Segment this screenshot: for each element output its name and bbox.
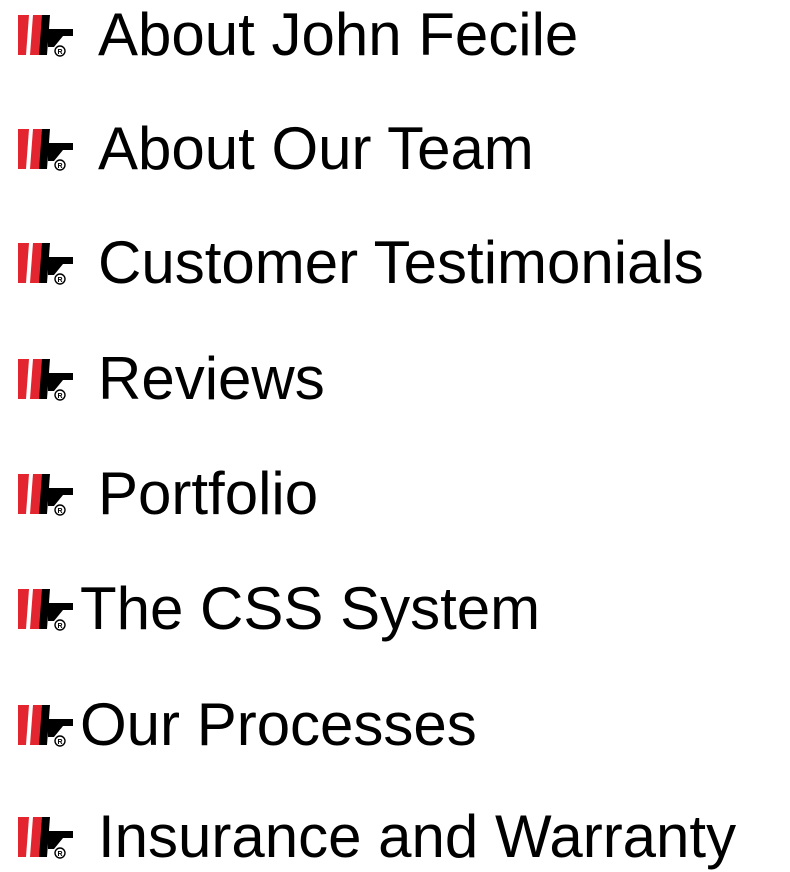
company-logo-icon: R <box>18 587 74 631</box>
menu-item-label: About John Fecile <box>98 1 579 68</box>
company-logo-icon: R <box>18 815 74 859</box>
company-logo-icon: R <box>18 241 74 285</box>
menu-item-label: The CSS System <box>80 575 541 642</box>
menu-item-about-our-team[interactable]: R About Our Team <box>18 114 534 184</box>
svg-text:R: R <box>57 623 62 630</box>
svg-text:R: R <box>57 163 62 170</box>
svg-text:R: R <box>57 739 62 746</box>
company-logo-icon: R <box>18 472 74 516</box>
menu-item-customer-testimonials[interactable]: R Customer Testimonials <box>18 228 704 298</box>
menu-item-label: Reviews <box>98 345 325 412</box>
menu-item-label: Insurance and Warranty <box>98 803 737 870</box>
svg-text:R: R <box>57 508 62 515</box>
svg-text:R: R <box>57 851 62 858</box>
menu-item-label: Customer Testimonials <box>98 229 704 296</box>
svg-text:R: R <box>57 277 62 284</box>
svg-text:R: R <box>57 49 62 56</box>
menu-item-label: Our Processes <box>80 691 477 758</box>
menu-item-reviews[interactable]: R Reviews <box>18 344 325 414</box>
menu-item-insurance-and-warranty[interactable]: R Insurance and Warranty <box>18 802 736 872</box>
menu-item-portfolio[interactable]: R Portfolio <box>18 459 318 529</box>
company-logo-icon: R <box>18 357 74 401</box>
menu-item-our-processes[interactable]: R Our Processes <box>18 690 477 760</box>
company-logo-icon: R <box>18 13 74 57</box>
menu-item-about-john-fecile[interactable]: R About John Fecile <box>18 0 578 70</box>
menu-item-the-css-system[interactable]: R The CSS System <box>18 574 540 644</box>
menu-item-label: About Our Team <box>98 115 534 182</box>
company-logo-icon: R <box>18 127 74 171</box>
menu-item-label: Portfolio <box>98 460 319 527</box>
company-logo-icon: R <box>18 703 74 747</box>
svg-text:R: R <box>57 393 62 400</box>
site-navigation-menu: R About John Fecile R About Our Team R C… <box>0 0 790 872</box>
